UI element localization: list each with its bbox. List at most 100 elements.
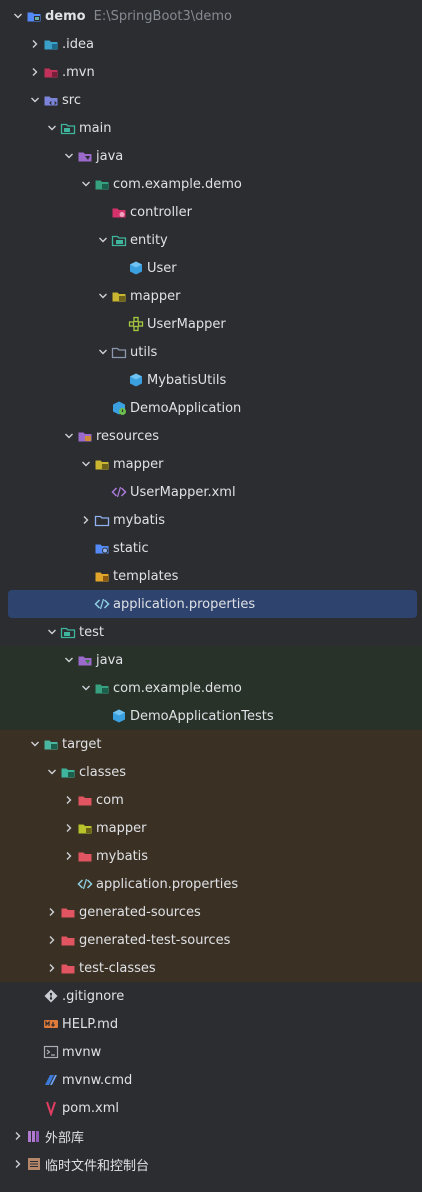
tree-row-外部库[interactable]: 外部库 (0, 1122, 422, 1150)
test-folder-icon (60, 624, 76, 640)
tree-row-generated-test-sources[interactable]: generated-test-sources (0, 926, 422, 954)
tree-row-pom-xml[interactable]: pom.xml (0, 1094, 422, 1122)
tree-row-demoapplication[interactable]: DemoApplication (0, 394, 422, 422)
chevron-right-icon[interactable] (44, 960, 60, 976)
tree-row-label: User (147, 260, 177, 276)
tree-row-static[interactable]: static (0, 534, 422, 562)
chevron-down-icon[interactable] (95, 288, 111, 304)
tree-row-templates[interactable]: templates (0, 562, 422, 590)
tree-row-mybatisutils[interactable]: MybatisUtils (0, 366, 422, 394)
tree-row-label: application.properties (96, 876, 239, 892)
properties-file-icon (77, 876, 93, 892)
tree-row-label: resources (96, 428, 160, 444)
tree-row-label: 临时文件和控制台 (45, 1158, 150, 1174)
properties-file-icon (94, 596, 110, 612)
chevron-down-icon[interactable] (27, 736, 43, 752)
cmd-file-icon (43, 1072, 59, 1088)
chevron-right-icon[interactable] (10, 1156, 26, 1172)
tree-row-demoapplicationtests[interactable]: DemoApplicationTests (0, 702, 422, 730)
tree-row-mvn[interactable]: .mvn (0, 58, 422, 86)
chevron-right-icon[interactable] (27, 36, 43, 52)
tree-row-label: controller (130, 204, 193, 220)
web-folder-icon (94, 540, 110, 556)
tree-row-gitignore[interactable]: .gitignore (0, 982, 422, 1010)
chevron-down-icon[interactable] (78, 176, 94, 192)
tree-row-idea[interactable]: .idea (0, 30, 422, 58)
tree-row-resources[interactable]: resources (0, 422, 422, 450)
chevron-down-icon[interactable] (61, 428, 77, 444)
tree-row-mvnw-cmd[interactable]: mvnw.cmd (0, 1066, 422, 1094)
tree-row-utils[interactable]: utils (0, 338, 422, 366)
src-folder-icon (43, 92, 59, 108)
chevron-down-icon[interactable] (61, 652, 77, 668)
tree-row-user[interactable]: User (0, 254, 422, 282)
chevron-down-icon[interactable] (95, 232, 111, 248)
tree-row-label: .mvn (62, 64, 95, 80)
tree-row-classes[interactable]: classes (0, 758, 422, 786)
chevron-right-icon[interactable] (44, 904, 60, 920)
tree-row-label: generated-sources (79, 904, 201, 920)
tree-row-main[interactable]: main (0, 114, 422, 142)
tree-row-com-example-demo[interactable]: com.example.demo (0, 674, 422, 702)
tree-row-target[interactable]: target (0, 730, 422, 758)
chevron-down-icon[interactable] (44, 624, 60, 640)
tree-row-label: 外部库 (45, 1130, 85, 1146)
tree-row-generated-sources[interactable]: generated-sources (0, 898, 422, 926)
tree-row-mapper[interactable]: mapper (0, 450, 422, 478)
chevron-right-icon[interactable] (10, 1128, 26, 1144)
tree-row-src[interactable]: src (0, 86, 422, 114)
tree-row-label: target (62, 736, 102, 752)
tree-row-application-properties[interactable]: application.properties (0, 870, 422, 898)
tree-row-controller[interactable]: controller (0, 198, 422, 226)
tree-row-label: com.example.demo (113, 680, 242, 696)
tree-row-test-classes[interactable]: test-classes (0, 954, 422, 982)
tree-row-label: com (96, 792, 124, 808)
resources-folder-icon (77, 428, 93, 444)
tree-row-mapper[interactable]: mapper (0, 282, 422, 310)
tree-row-usermapper-xml[interactable]: UserMapper.xml (0, 478, 422, 506)
tree-row-label: java (96, 148, 124, 164)
tree-row-label: main (79, 120, 112, 136)
chevron-right-icon[interactable] (61, 820, 77, 836)
tree-row-java[interactable]: java (0, 142, 422, 170)
tree-row-mybatis[interactable]: mybatis (0, 842, 422, 870)
chevron-down-icon[interactable] (78, 680, 94, 696)
chevron-down-icon[interactable] (95, 344, 111, 360)
chevron-down-icon[interactable] (27, 92, 43, 108)
tree-row-label: entity (130, 232, 168, 248)
chevron-right-icon[interactable] (44, 932, 60, 948)
project-tree[interactable]: demo E:\SpringBoot3\demo .idea .mvn src main j… (0, 0, 422, 1192)
tree-row-label: DemoApplicationTests (130, 708, 274, 724)
chevron-down-icon[interactable] (44, 120, 60, 136)
tree-row-临时文件和控制台[interactable]: 临时文件和控制台 (0, 1150, 422, 1178)
tree-row-help-md[interactable]: HELP.md (0, 1010, 422, 1038)
main-folder-icon (60, 120, 76, 136)
tree-row-application-properties[interactable]: application.properties (0, 590, 422, 618)
chevron-right-icon[interactable] (27, 64, 43, 80)
chevron-down-icon[interactable] (78, 456, 94, 472)
tree-row-test[interactable]: test (0, 618, 422, 646)
tree-row-mapper[interactable]: mapper (0, 814, 422, 842)
excluded-folder-icon (77, 792, 93, 808)
tree-row-mybatis[interactable]: mybatis (0, 506, 422, 534)
chevron-down-icon[interactable] (61, 148, 77, 164)
chevron-down-icon[interactable] (10, 8, 26, 24)
tree-row-label: classes (79, 764, 127, 780)
chevron-right-icon[interactable] (78, 512, 94, 528)
tree-row-com[interactable]: com (0, 786, 422, 814)
spring-app-icon (111, 400, 127, 416)
mapper-folder-icon (111, 288, 127, 304)
chevron-right-icon[interactable] (61, 792, 77, 808)
tree-row-usermapper[interactable]: UserMapper (0, 310, 422, 338)
tree-row-java[interactable]: java (0, 646, 422, 674)
tree-row-demo[interactable]: demo E:\SpringBoot3\demo (0, 2, 422, 30)
chevron-down-icon[interactable] (44, 764, 60, 780)
tree-row-mvnw[interactable]: mvnw (0, 1038, 422, 1066)
tree-row-com-example-demo[interactable]: com.example.demo (0, 170, 422, 198)
tree-row-entity[interactable]: entity (0, 226, 422, 254)
chevron-right-icon[interactable] (61, 848, 77, 864)
